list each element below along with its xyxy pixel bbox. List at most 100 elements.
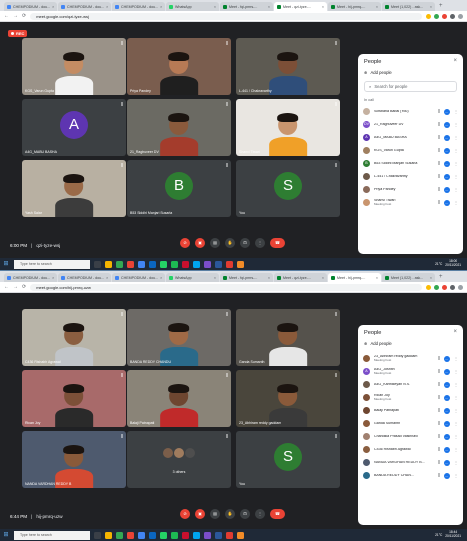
extension-icon[interactable] xyxy=(450,13,455,19)
taskbar-app-icon[interactable] xyxy=(237,531,244,539)
taskbar-app-icon[interactable] xyxy=(193,531,200,539)
new-tab-icon[interactable]: + xyxy=(436,273,446,282)
raise-hand-button[interactable]: ✋ xyxy=(225,509,235,519)
people-list-item[interactable]: DV 21_Raghuveer DV ⁑ ⋯ ⋮ xyxy=(358,118,463,131)
kebab-icon[interactable]: ⋮ xyxy=(454,148,458,153)
people-list-item[interactable]: Priya Pandey ⁑ ⋯ ⋮ xyxy=(358,183,463,196)
more-icon[interactable]: ⋯ xyxy=(444,199,450,206)
reload-icon[interactable]: ⟳ xyxy=(22,284,26,290)
taskbar-app-icon[interactable] xyxy=(105,260,112,268)
participant-tile[interactable]: Yash Salar ⁑ xyxy=(22,160,126,217)
people-list-item[interactable]: L-441 / Chakravarthy ⁑ ⋯ ⋮ xyxy=(358,170,463,183)
tab-close-icon[interactable]: × xyxy=(52,5,54,9)
present-button[interactable]: ⊡ xyxy=(240,509,250,519)
more-icon[interactable]: ⋯ xyxy=(444,433,450,440)
more-icon[interactable]: ⋯ xyxy=(444,121,450,128)
tab-close-icon[interactable]: × xyxy=(214,5,216,9)
kebab-icon[interactable]: ⋮ xyxy=(454,369,458,374)
more-icon[interactable]: ⋯ xyxy=(444,381,450,388)
windows-start-icon[interactable]: ⊞ xyxy=(2,260,10,268)
people-list-item[interactable]: Rican Joy Meeting host ⁑ ⋯ ⋮ xyxy=(358,391,463,404)
browser-tab[interactable]: CHEMPODIUM - dou... × xyxy=(58,273,111,282)
people-list-item[interactable]: Shanvi Tiwari Meeting host ⁑ ⋯ ⋮ xyxy=(358,196,463,209)
people-list-item[interactable]: 23_Abhiram reddy gaddam Meeting host ⁑ ⋯ ⋮ xyxy=(358,352,463,365)
people-list-item[interactable]: Chandika Prasad Vaishnavi ⁑ ⋯ ⋮ xyxy=(358,430,463,443)
tab-close-icon[interactable]: × xyxy=(160,5,162,9)
participant-tile[interactable]: 3 others ⁑ xyxy=(127,431,231,488)
more-icon[interactable]: ⋯ xyxy=(444,173,450,180)
taskbar-app-icon[interactable] xyxy=(226,260,233,268)
extension-icon[interactable] xyxy=(458,13,463,19)
new-tab-icon[interactable]: + xyxy=(436,2,446,11)
close-icon[interactable]: × xyxy=(453,58,457,64)
more-icon[interactable]: ⋯ xyxy=(444,472,450,479)
kebab-icon[interactable]: ⋮ xyxy=(454,408,458,413)
kebab-icon[interactable]: ⋮ xyxy=(454,122,458,127)
participant-tile[interactable]: BANDA REDDY CHANDU ⁑ xyxy=(127,309,231,366)
taskbar-app-icon[interactable] xyxy=(94,531,101,539)
taskbar-app-icon[interactable] xyxy=(215,260,222,268)
meeting-code[interactable]: qzi-tyze-wsj xyxy=(36,243,60,248)
browser-tab[interactable]: Meet (1,022) - ask... × xyxy=(382,273,435,282)
camera-off-button[interactable]: ▣ xyxy=(195,238,205,248)
taskbar-search[interactable]: Type here to search xyxy=(14,259,90,269)
tab-close-icon[interactable]: × xyxy=(322,276,324,280)
windows-start-icon[interactable]: ⊞ xyxy=(2,531,10,539)
reload-icon[interactable]: ⟳ xyxy=(22,13,26,19)
tab-close-icon[interactable]: × xyxy=(106,276,108,280)
kebab-icon[interactable]: ⋮ xyxy=(454,356,458,361)
browser-tab[interactable]: CHEMPODIUM - dou... × xyxy=(4,273,57,282)
more-icon[interactable]: ⋯ xyxy=(444,108,450,115)
participant-tile[interactable]: 21_Raghuveer DV ⁑ xyxy=(127,99,231,156)
kebab-icon[interactable]: ⋮ xyxy=(454,421,458,426)
browser-tab[interactable]: Meet - hij-pmrq-... × xyxy=(328,273,381,282)
tab-close-icon[interactable]: × xyxy=(322,5,324,9)
more-icon[interactable]: ⋯ xyxy=(444,368,450,375)
taskbar-app-icon[interactable] xyxy=(149,531,156,539)
add-people-button[interactable]: ⊕ Add people xyxy=(358,67,463,78)
leave-call-button[interactable]: ☎ xyxy=(270,238,285,248)
extension-icon[interactable] xyxy=(426,13,431,19)
taskbar-clock[interactable]: 18:00 20/11/2021 xyxy=(445,260,461,267)
people-list-item[interactable]: Sowbaria Babai (You) ⁑ ⋯ ⋮ xyxy=(358,105,463,118)
more-icon[interactable]: ⋯ xyxy=(444,407,450,414)
browser-tab[interactable]: Meet - qzi-tyze-... × xyxy=(274,2,327,11)
participant-tile[interactable]: Shanvi Tiwari ⁑ xyxy=(236,99,340,156)
tab-close-icon[interactable]: × xyxy=(52,276,54,280)
tab-close-icon[interactable]: × xyxy=(106,5,108,9)
taskbar-app-icon[interactable] xyxy=(204,531,211,539)
add-people-button[interactable]: ⊕ Add people xyxy=(358,338,463,349)
taskbar-app-icon[interactable] xyxy=(215,531,222,539)
forward-icon[interactable]: → xyxy=(13,284,18,290)
back-icon[interactable]: ← xyxy=(4,284,9,290)
browser-tab[interactable]: CHEMPODIUM - dou... × xyxy=(58,2,111,11)
leave-call-button[interactable]: ☎ xyxy=(270,509,285,519)
participant-tile[interactable]: Priya Pandey ⁑ xyxy=(127,38,231,95)
extension-icon[interactable] xyxy=(458,284,463,290)
participant-tile[interactable]: S You ⁑ xyxy=(236,431,340,488)
kebab-icon[interactable]: ⋮ xyxy=(454,434,458,439)
more-icon[interactable]: ⋯ xyxy=(444,160,450,167)
kebab-icon[interactable]: ⋮ xyxy=(454,135,458,140)
taskbar-app-icon[interactable] xyxy=(138,260,145,268)
people-list-item[interactable]: Balaji Patnapati ⁑ ⋯ ⋮ xyxy=(358,404,463,417)
kebab-icon[interactable]: ⋮ xyxy=(454,200,458,205)
people-list-item[interactable]: A A4G_Joshith Meeting host ⁑ ⋯ ⋮ xyxy=(358,365,463,378)
search-people-input[interactable]: ⌕ Search for people xyxy=(364,81,457,92)
kebab-icon[interactable]: ⋮ xyxy=(454,460,458,465)
extension-icon[interactable] xyxy=(442,13,447,19)
url-field[interactable]: meet.google.com/hij-pmrq-uzw xyxy=(30,283,422,291)
kebab-icon[interactable]: ⋮ xyxy=(454,473,458,478)
people-list-item[interactable]: NANDA VARDHAN REDDY B... ⁑ ⋯ ⋮ xyxy=(358,456,463,469)
taskbar-app-icon[interactable] xyxy=(182,260,189,268)
taskbar-app-icon[interactable] xyxy=(237,260,244,268)
people-list-item[interactable]: B B53 Siddhi Manjari Susarla ⁑ ⋯ ⋮ xyxy=(358,157,463,170)
kebab-icon[interactable]: ⋮ xyxy=(454,109,458,114)
more-options-button[interactable]: ⋮ xyxy=(255,238,265,248)
taskbar-app-icon[interactable] xyxy=(138,531,145,539)
back-icon[interactable]: ← xyxy=(4,13,9,19)
mic-off-button[interactable]: ⊘ xyxy=(180,509,190,519)
tab-close-icon[interactable]: × xyxy=(376,5,378,9)
browser-tab[interactable]: Meet - hij-pmrq-... × xyxy=(328,2,381,11)
participant-tile[interactable]: S You ⁑ xyxy=(236,160,340,217)
